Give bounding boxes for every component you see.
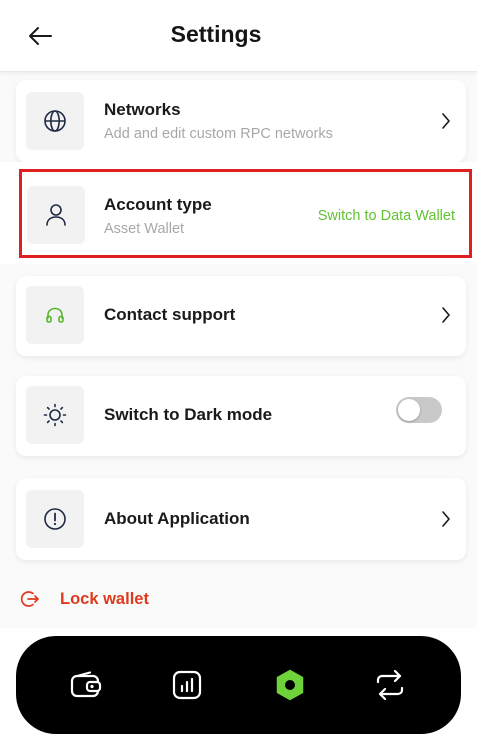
- support-icon-box: [26, 286, 84, 344]
- nav-analytics[interactable]: [169, 667, 205, 703]
- networks-title: Networks: [104, 100, 181, 119]
- lock-wallet-button[interactable]: Lock wallet: [0, 570, 477, 628]
- bottom-nav: [16, 636, 461, 734]
- sun-icon-box: [26, 386, 84, 444]
- dark-mode-item: Switch to Dark mode: [16, 376, 466, 456]
- networks-item[interactable]: Networks Add and edit custom RPC network…: [16, 80, 466, 162]
- networks-icon-box: [26, 92, 84, 150]
- about-application-item[interactable]: About Application: [16, 478, 466, 560]
- lock-wallet-label: Lock wallet: [60, 590, 149, 608]
- info-circle-icon: [44, 508, 66, 530]
- switch-wallet-link[interactable]: Switch to Data Wallet: [318, 208, 455, 224]
- dark-mode-toggle[interactable]: [396, 397, 442, 423]
- account-icon-box: [27, 186, 85, 244]
- networks-subtitle: Add and edit custom RPC networks: [104, 126, 333, 142]
- chevron-right-icon: [438, 305, 454, 325]
- chevron-right-icon: [438, 111, 454, 131]
- account-type-item[interactable]: Account type Asset Wallet Switch to Data…: [19, 169, 472, 258]
- account-type-subtitle: Asset Wallet: [104, 221, 185, 237]
- bottom-area: [0, 628, 477, 742]
- bar-chart-icon: [172, 670, 202, 700]
- contact-support-item[interactable]: Contact support: [16, 276, 466, 356]
- dark-mode-title: Switch to Dark mode: [104, 405, 273, 424]
- page-title: Settings: [170, 21, 262, 47]
- about-application-title: About Application: [104, 509, 250, 528]
- chevron-right-icon: [438, 509, 454, 529]
- globe-icon: [44, 110, 66, 132]
- nav-settings[interactable]: [272, 667, 308, 703]
- about-icon-box: [26, 490, 84, 548]
- sun-icon: [43, 403, 67, 427]
- user-icon: [46, 204, 66, 226]
- nav-wallet[interactable]: [68, 667, 104, 703]
- nav-swap[interactable]: [372, 667, 408, 703]
- wallet-icon: [70, 671, 102, 698]
- header: Settings: [0, 0, 477, 72]
- swap-icon: [376, 669, 404, 701]
- contact-support-title: Contact support: [104, 305, 236, 324]
- headphones-icon: [46, 307, 64, 323]
- hexagon-icon: [276, 669, 304, 701]
- account-type-title: Account type: [104, 195, 212, 214]
- toggle-knob: [398, 399, 420, 421]
- logout-icon: [20, 591, 39, 607]
